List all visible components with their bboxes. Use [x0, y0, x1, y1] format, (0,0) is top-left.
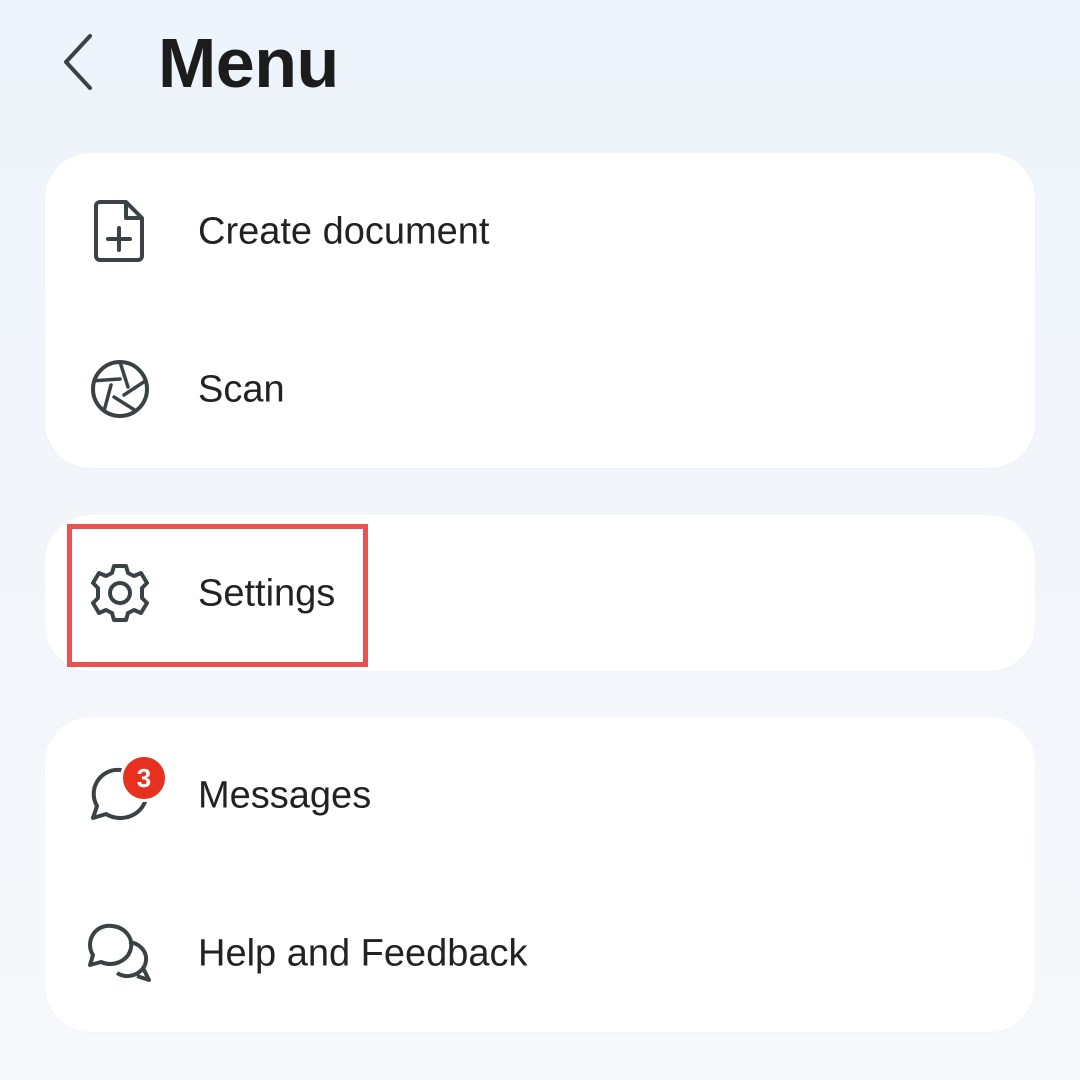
menu-card-primary: Create document Scan	[45, 153, 1035, 468]
menu-item-scan[interactable]: Scan	[45, 311, 1035, 468]
chat-bubbles-icon	[85, 918, 155, 988]
menu-item-create-document[interactable]: Create document	[45, 153, 1035, 310]
back-button[interactable]	[50, 26, 110, 98]
menu-item-label: Messages	[198, 774, 372, 816]
gear-icon	[85, 558, 155, 628]
menu-item-help-feedback[interactable]: Help and Feedback	[45, 875, 1035, 1032]
menu-item-label: Help and Feedback	[198, 932, 528, 974]
file-plus-icon	[85, 196, 155, 266]
chevron-left-icon	[64, 34, 92, 90]
page-title: Menu	[158, 24, 339, 102]
aperture-icon	[85, 354, 155, 424]
notification-badge: 3	[120, 754, 168, 802]
menu-card-support: 3 Messages Help and Feedback	[45, 717, 1035, 1032]
menu-item-label: Scan	[198, 368, 285, 410]
menu-item-label: Settings	[198, 572, 336, 614]
menu-card-settings: Settings	[45, 515, 1035, 671]
menu-item-settings[interactable]: Settings	[45, 515, 1035, 672]
header: Menu	[0, 0, 1080, 130]
menu-item-label: Create document	[198, 210, 490, 252]
menu-item-messages[interactable]: 3 Messages	[45, 717, 1035, 874]
